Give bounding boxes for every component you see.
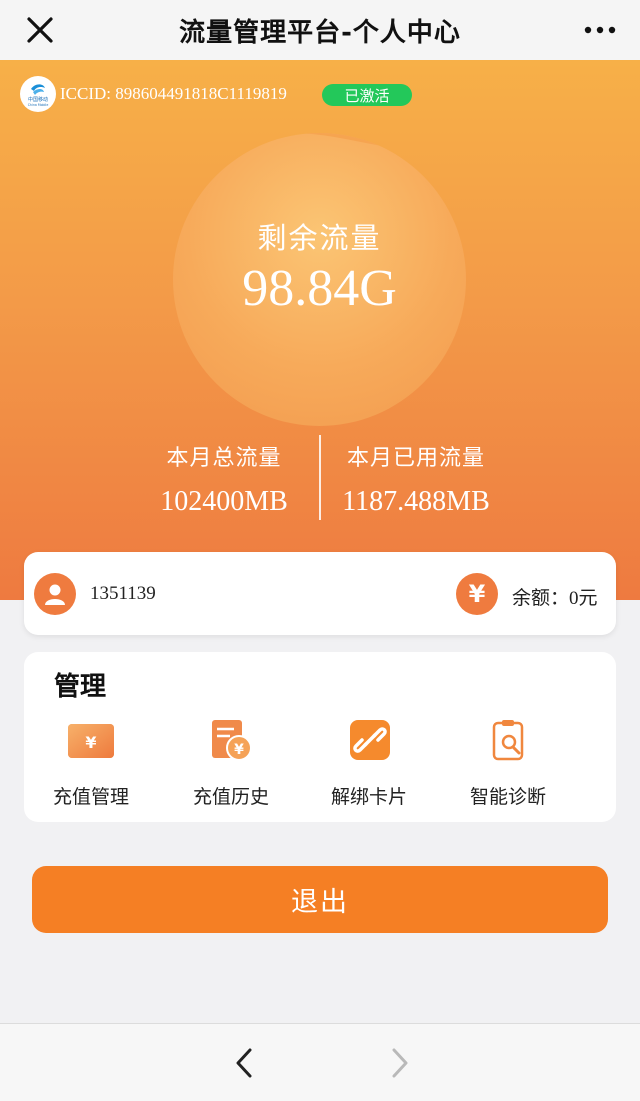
diagnosis-icon — [492, 720, 524, 761]
smart-diagnosis-button[interactable]: 智能诊断 — [438, 718, 578, 809]
used-traffic-value: 1187.488MB — [342, 486, 490, 517]
svg-text:¥: ¥ — [85, 733, 96, 752]
phone-number: 1351139 — [90, 583, 156, 604]
balance-value: 0元 — [569, 588, 598, 609]
recharge-manage-label: 充值管理 — [52, 786, 129, 808]
balance: 余额：0元 — [512, 583, 598, 610]
yen-icon: ¥ — [456, 573, 498, 615]
account-card: 1351139 ¥ 余额：0元 — [24, 552, 616, 635]
manage-card: 管理 ¥ 充值管理 ¥ 充值历史 解绑卡片 智能诊断 — [24, 652, 616, 822]
recharge-history-icon: ¥ — [212, 720, 252, 761]
title-bar: 流量管理平台-个人中心 — [0, 0, 640, 60]
recharge-card-icon: ¥ — [68, 724, 114, 758]
manage-title: 管理 — [54, 672, 107, 702]
svg-text:China Mobile: China Mobile — [28, 103, 49, 107]
avatar-icon — [34, 573, 76, 615]
recharge-manage-button[interactable]: ¥ 充值管理 — [21, 718, 161, 809]
back-arrow-icon[interactable] — [230, 1046, 260, 1080]
more-icon[interactable] — [582, 18, 618, 42]
smart-diagnosis-label: 智能诊断 — [469, 786, 546, 808]
browser-nav-bar — [0, 1023, 640, 1101]
balance-label: 余额： — [512, 587, 570, 609]
used-traffic-label: 本月已用流量 — [346, 446, 485, 471]
recharge-history-label: 充值历史 — [192, 786, 269, 808]
unbind-link-icon — [350, 720, 390, 760]
page-title: 流量管理平台-个人中心 — [179, 17, 461, 48]
used-traffic-stat: 本月已用流量 1187.488MB — [296, 440, 536, 518]
recharge-history-button[interactable]: ¥ 充值历史 — [161, 718, 301, 809]
unbind-card-label: 解绑卡片 — [330, 786, 407, 808]
svg-text:¥: ¥ — [234, 742, 244, 758]
unbind-card-button[interactable]: 解绑卡片 — [299, 718, 439, 809]
iccid-text: ICCID: 898604491818C1119819 — [60, 84, 287, 103]
remaining-traffic-ball: 剩余流量 98.84G — [173, 133, 466, 426]
forward-arrow-icon[interactable] — [384, 1046, 414, 1080]
logo-text: 中国移动 — [28, 96, 48, 103]
remaining-value: 98.84G — [242, 260, 397, 317]
logout-button[interactable]: 退出 — [32, 866, 608, 933]
close-icon[interactable] — [24, 14, 56, 46]
china-mobile-logo-icon: 中国移动 China Mobile — [20, 76, 56, 112]
remaining-label: 剩余流量 — [257, 221, 382, 255]
usage-hero: 中国移动 China Mobile ICCID: 898604491818C11… — [0, 60, 640, 600]
status-badge: 已激活 — [322, 84, 412, 106]
